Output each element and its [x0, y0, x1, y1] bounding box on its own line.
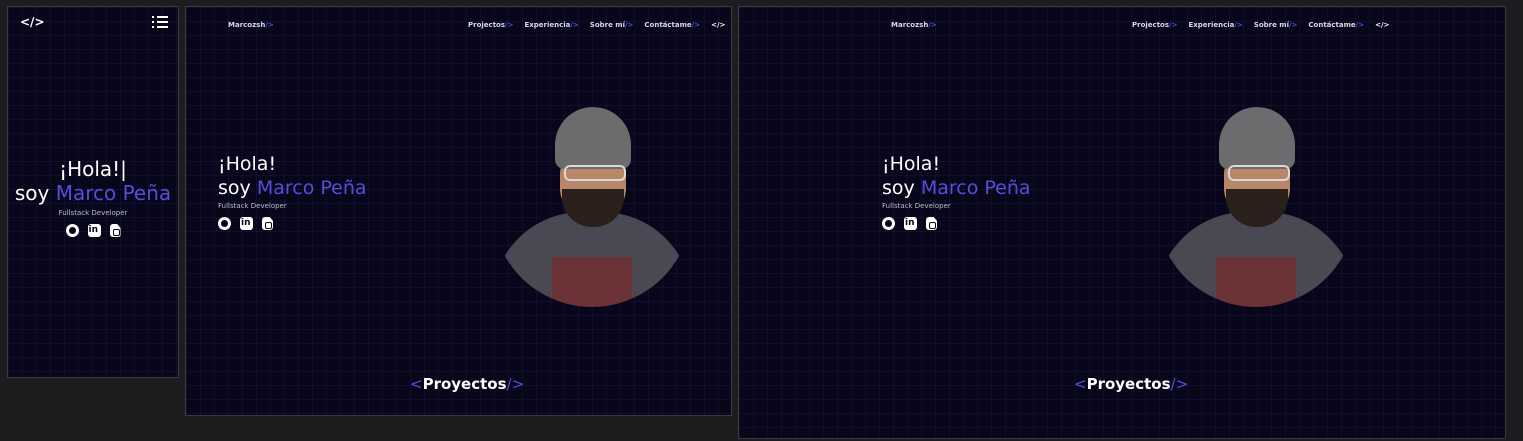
nav-item-projects[interactable]: Projectos/>	[1132, 21, 1177, 29]
github-icon[interactable]	[65, 224, 79, 237]
code-icon[interactable]: </>	[1375, 21, 1389, 29]
code-icon[interactable]: </>	[711, 21, 725, 29]
hero: ¡Hola! soy Marco Peña Fullstack Develope…	[882, 152, 1031, 230]
github-icon[interactable]	[218, 217, 231, 230]
hero-name-line: soy Marco Peña	[882, 176, 1031, 200]
profile-photo	[492, 107, 692, 307]
hero: ¡Hola!| soy Marco Peña Fullstack Develop…	[8, 157, 178, 237]
social-links	[8, 224, 178, 237]
hero-name: Marco Peña	[256, 177, 367, 199]
nav-brand[interactable]: Marcozsh/>	[891, 21, 937, 29]
nav-menu: Projectos/> Experiencia/> Sobre mí/> Con…	[1132, 21, 1389, 29]
hero-role: Fullstack Developer	[58, 209, 128, 217]
hero: ¡Hola! soy Marco Peña Fullstack Develope…	[218, 152, 367, 230]
pdf-icon[interactable]	[109, 224, 121, 237]
hero-greeting: ¡Hola!|	[59, 157, 127, 181]
linkedin-icon[interactable]	[240, 217, 253, 230]
tablet-preview: Marcozsh/> Projectos/> Experiencia/> Sob…	[185, 6, 732, 416]
social-links	[882, 217, 1031, 230]
menu-icon[interactable]	[152, 13, 168, 29]
desktop-preview: Marcozsh/> Projectos/> Experiencia/> Sob…	[738, 6, 1506, 439]
hero-intro: soy	[882, 177, 915, 199]
profile-photo	[1156, 107, 1356, 307]
pdf-icon[interactable]	[262, 217, 273, 230]
section-title-projects: <Proyectos/>	[410, 375, 525, 393]
nav-item-about[interactable]: Sobre mí/>	[1254, 21, 1298, 29]
nav-item-experience[interactable]: Experiencia/>	[524, 21, 578, 29]
hero-name: Marco Peña	[55, 181, 172, 205]
nav-item-contact[interactable]: Contáctame/>	[1308, 21, 1364, 29]
hero-greeting: ¡Hola!	[218, 153, 277, 175]
nav-item-projects[interactable]: Projectos/>	[468, 21, 513, 29]
nav-item-about[interactable]: Sobre mí/>	[590, 21, 634, 29]
hero-greeting: ¡Hola!	[882, 153, 941, 175]
hero-role: Fullstack Developer	[882, 202, 951, 210]
hero-role: Fullstack Developer	[218, 202, 287, 210]
github-icon[interactable]	[882, 217, 895, 230]
nav-item-contact[interactable]: Contáctame/>	[644, 21, 700, 29]
hero-name: Marco Peña	[920, 177, 1031, 199]
nav-brand[interactable]: Marcozsh/>	[228, 21, 274, 29]
hero-name-line: soy Marco Peña	[8, 181, 178, 205]
pdf-icon[interactable]	[926, 217, 937, 230]
section-title-projects: <Proyectos/>	[1074, 375, 1189, 393]
nav-item-experience[interactable]: Experiencia/>	[1188, 21, 1242, 29]
hero-name-line: soy Marco Peña	[218, 176, 367, 200]
nav-menu: Projectos/> Experiencia/> Sobre mí/> Con…	[468, 21, 725, 29]
social-links	[218, 217, 367, 230]
linkedin-icon[interactable]	[87, 224, 101, 237]
linkedin-icon[interactable]	[904, 217, 917, 230]
mobile-preview: </> ¡Hola!| soy Marco Peña Fullstack Dev…	[7, 6, 179, 378]
logo-icon[interactable]: </>	[20, 15, 45, 29]
hero-intro: soy	[218, 177, 251, 199]
hero-intro: soy	[14, 181, 50, 205]
